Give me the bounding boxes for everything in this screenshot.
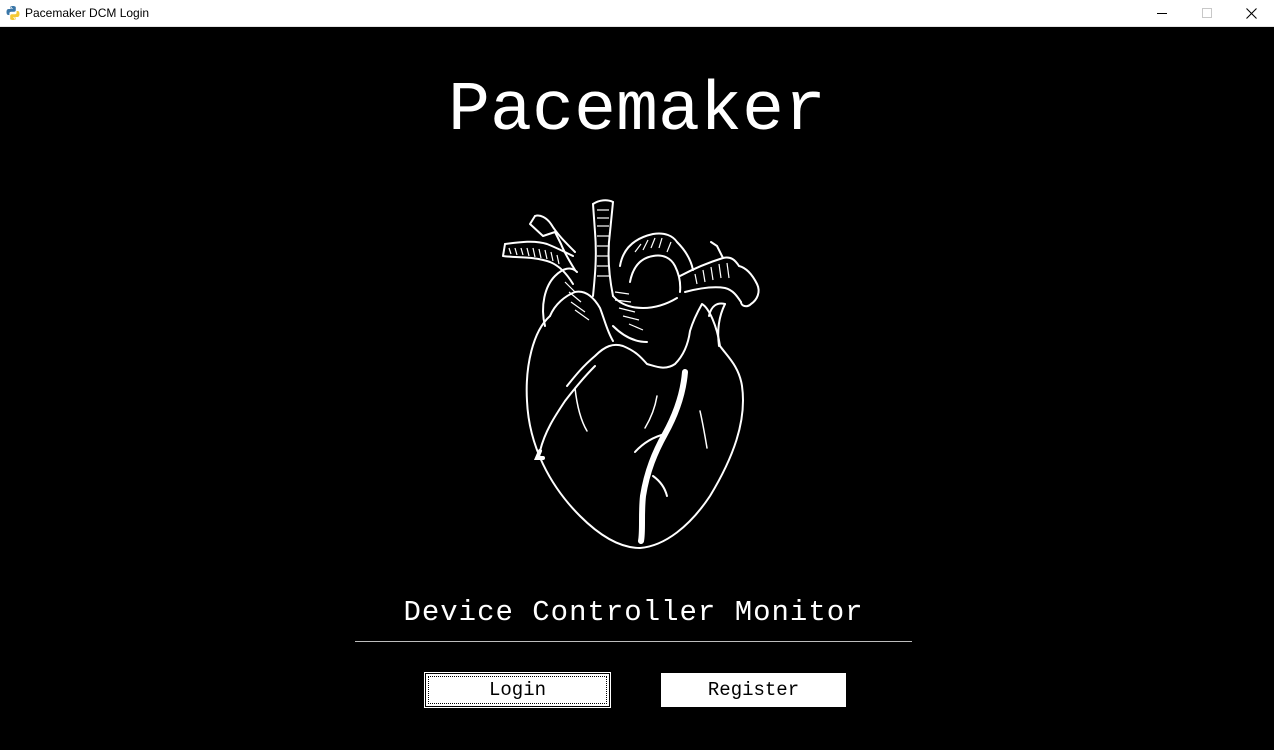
minimize-icon xyxy=(1156,13,1167,14)
close-icon xyxy=(1246,7,1257,19)
register-button[interactable]: Register xyxy=(661,673,846,707)
maximize-icon xyxy=(1201,8,1212,18)
python-icon xyxy=(5,5,21,21)
close-button[interactable] xyxy=(1229,0,1274,26)
divider-line xyxy=(355,641,912,642)
heart-illustration xyxy=(502,199,760,549)
subtitle: Device Controller Monitor xyxy=(403,596,864,629)
window-title: Pacemaker DCM Login xyxy=(25,6,150,20)
minimize-button[interactable] xyxy=(1139,0,1184,26)
app-title: Pacemaker xyxy=(447,72,827,151)
login-button[interactable]: Login xyxy=(425,673,610,707)
login-content: Pacemaker Device Controller Monitor Logi… xyxy=(0,28,1274,750)
title-bar[interactable]: Pacemaker DCM Login xyxy=(0,0,1274,27)
login-window: Pacemaker DCM Login Pacemaker Device Con… xyxy=(0,0,1274,750)
maximize-button[interactable] xyxy=(1184,0,1229,26)
